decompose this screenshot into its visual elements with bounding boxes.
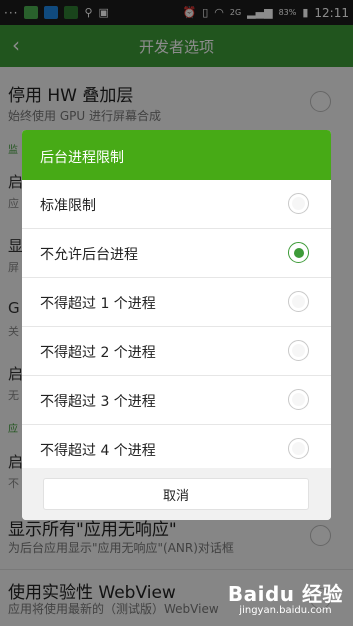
radio-button[interactable]	[288, 291, 309, 312]
dialog-header: 后台进程限制	[22, 130, 331, 180]
radio-button[interactable]	[288, 389, 309, 410]
dialog-title: 后台进程限制	[40, 150, 124, 166]
watermark-url: jingyan.baidu.com	[239, 605, 332, 616]
watermark-logo: Baidu 经验	[227, 582, 343, 606]
option-label: 不得超过 2 个进程	[40, 345, 156, 361]
baidu-watermark: Baidu 经验 jingyan.baidu.com	[228, 578, 343, 616]
option-label: 不得超过 1 个进程	[40, 296, 156, 312]
option-max-3[interactable]: 不得超过 3 个进程	[22, 376, 331, 425]
option-max-4[interactable]: 不得超过 4 个进程	[22, 425, 331, 473]
option-label: 不允许后台进程	[40, 247, 138, 263]
option-label: 不得超过 4 个进程	[40, 443, 156, 459]
radio-button[interactable]	[288, 438, 309, 459]
option-no-background[interactable]: 不允许后台进程	[22, 229, 331, 278]
cancel-button[interactable]: 取消	[43, 478, 309, 510]
background-process-limit-dialog: 后台进程限制 标准限制 不允许后台进程 不得超过 1 个进程 不得超过 2 个进…	[22, 130, 331, 520]
option-max-1[interactable]: 不得超过 1 个进程	[22, 278, 331, 327]
option-label: 不得超过 3 个进程	[40, 394, 156, 410]
radio-button[interactable]	[288, 193, 309, 214]
option-max-2[interactable]: 不得超过 2 个进程	[22, 327, 331, 376]
radio-button[interactable]	[288, 340, 309, 361]
option-standard-limit[interactable]: 标准限制	[22, 180, 331, 229]
option-label: 标准限制	[40, 198, 96, 214]
radio-button-selected[interactable]	[288, 242, 309, 263]
dialog-footer: 取消	[22, 468, 331, 520]
